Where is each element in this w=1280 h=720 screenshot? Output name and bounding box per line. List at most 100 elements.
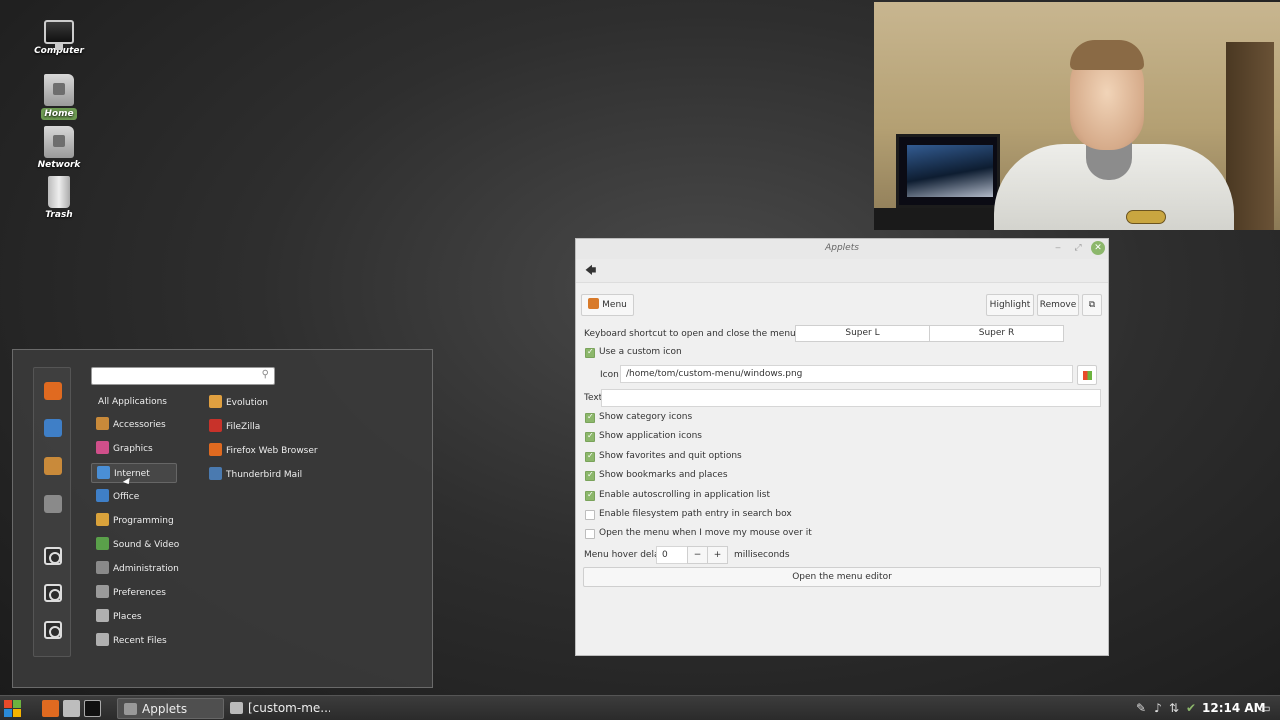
category-preferences[interactable]: Preferences — [91, 583, 177, 603]
administration-icon — [96, 561, 109, 574]
option-checkbox[interactable] — [585, 412, 595, 423]
category-label: Office — [113, 492, 140, 502]
volume-icon[interactable]: ♪ — [1151, 700, 1165, 716]
category-all-applications[interactable]: All Applications — [91, 392, 177, 412]
app-label: Thunderbird Mail — [226, 470, 303, 480]
menu-search-input[interactable]: ⚲ — [91, 367, 275, 385]
minimize-button[interactable]: ‒ — [1051, 241, 1065, 255]
close-button[interactable]: ✕ — [1091, 241, 1105, 255]
menu-applet-icon — [588, 298, 600, 309]
app-label: Evolution — [226, 398, 268, 408]
pen-icon[interactable]: ✎ — [1134, 700, 1148, 716]
menu-applet-popup: ⚲ All Applications Accessories Graphics … — [12, 349, 433, 688]
option-label: Show application icons — [599, 431, 702, 441]
category-label: Programming — [113, 516, 174, 526]
app-thunderbird[interactable]: Thunderbird Mail — [209, 465, 302, 485]
package-icon[interactable] — [44, 457, 62, 475]
option-checkbox[interactable] — [585, 451, 595, 462]
use-custom-icon-label: Use a custom icon — [599, 347, 682, 357]
desktop-icon-label: Home — [41, 108, 77, 120]
terminal-launcher-icon[interactable] — [84, 700, 101, 717]
files-launcher-icon[interactable] — [63, 700, 80, 717]
favorites-column — [33, 367, 71, 657]
category-administration[interactable]: Administration — [91, 559, 179, 579]
category-label: Accessories — [113, 420, 166, 430]
task-label: [custom-me... — [248, 701, 330, 715]
keyboard-shortcut-label: Keyboard shortcut to open and close the … — [584, 329, 796, 339]
icon-chooser-button[interactable] — [1077, 365, 1097, 385]
internet-icon — [97, 466, 110, 479]
category-graphics[interactable]: Graphics — [91, 439, 177, 459]
applet-menu-label: Menu — [602, 300, 627, 310]
category-places[interactable]: Places — [91, 607, 177, 627]
lock-screen-icon[interactable] — [44, 547, 62, 565]
category-label: Preferences — [113, 588, 166, 598]
configure-button[interactable]: ⧉ — [1082, 294, 1102, 316]
window-titlebar[interactable]: Applets ‒ ⤢ ✕ — [576, 239, 1108, 259]
hover-delay-label: Menu hover delay: — [584, 550, 668, 560]
menu-button[interactable] — [4, 700, 21, 717]
option-label: Show category icons — [599, 412, 693, 422]
icon-path-field[interactable]: /home/tom/custom-menu/windows.png — [620, 365, 1073, 383]
applets-window: Applets ‒ ⤢ ✕ 🡄 Menu Highlight Remove ⧉ … — [575, 238, 1109, 656]
hover-delay-increase-button[interactable]: + — [707, 546, 728, 564]
clock[interactable]: 12:14 AM — [1202, 700, 1266, 716]
shortcut-2-button[interactable]: Super R — [929, 325, 1064, 342]
shutdown-icon[interactable] — [44, 621, 62, 639]
shortcut-1-button[interactable]: Super L — [795, 325, 930, 342]
open-menu-editor-button[interactable]: Open the menu editor — [583, 567, 1101, 587]
webcam-person-hair — [1070, 40, 1144, 70]
option-label: Enable filesystem path entry in search b… — [599, 509, 792, 519]
category-programming[interactable]: Programming — [91, 511, 177, 531]
programming-icon — [96, 513, 109, 526]
applet-menu-button[interactable]: Menu — [581, 294, 634, 316]
task-label: Applets — [142, 702, 188, 716]
applets-task-icon — [124, 703, 137, 715]
show-desktop-icon[interactable]: ▭ — [1258, 700, 1272, 716]
network-icon[interactable]: ⇅ — [1167, 700, 1181, 716]
option-checkbox[interactable] — [585, 510, 595, 520]
desktop-icon-computer[interactable]: Computer — [30, 16, 88, 56]
task-custom-menu-folder[interactable]: [custom-me... — [224, 698, 330, 719]
category-accessories[interactable]: Accessories — [91, 415, 177, 435]
settings-panel-icon[interactable] — [44, 495, 62, 513]
configure-icon: ⧉ — [1088, 300, 1096, 310]
app-filezilla[interactable]: FileZilla — [209, 417, 260, 437]
option-label: Show favorites and quit options — [599, 451, 742, 461]
remove-button[interactable]: Remove — [1037, 294, 1079, 316]
desktop-icon-trash[interactable]: Trash — [30, 176, 88, 220]
option-label: Open the menu when I move my mouse over … — [599, 528, 812, 538]
option-checkbox[interactable] — [585, 529, 595, 539]
window-toolbar: 🡄 — [576, 259, 1108, 283]
highlight-button[interactable]: Highlight — [986, 294, 1034, 316]
text-field[interactable] — [601, 389, 1101, 407]
app-evolution[interactable]: Evolution — [209, 393, 268, 413]
category-label: Internet — [114, 469, 150, 479]
accessories-icon — [96, 417, 109, 430]
writer-document-icon[interactable] — [44, 419, 62, 437]
category-office[interactable]: Office — [91, 487, 177, 507]
desktop-icon-home[interactable]: Home — [30, 74, 88, 120]
option-checkbox[interactable] — [585, 431, 595, 442]
computer-icon — [44, 20, 74, 50]
logout-icon[interactable] — [44, 584, 62, 602]
option-checkbox[interactable] — [585, 490, 595, 501]
update-shield-icon[interactable]: ✔ — [1184, 700, 1198, 716]
office-icon — [96, 489, 109, 502]
category-internet[interactable]: Internet — [91, 463, 177, 483]
maximize-button[interactable]: ⤢ — [1071, 241, 1085, 255]
option-checkbox[interactable] — [585, 470, 595, 481]
firefox-icon[interactable] — [44, 382, 62, 400]
firefox-launcher-icon[interactable] — [42, 700, 59, 717]
folder-task-icon — [230, 702, 243, 714]
taskbar: Applets [custom-me... ✎ ♪ ⇅ ✔ 12:14 AM ▭ — [0, 695, 1280, 720]
task-applets[interactable]: Applets — [117, 698, 224, 719]
app-firefox[interactable]: Firefox Web Browser — [209, 441, 318, 461]
hover-delay-input[interactable]: 0 — [656, 546, 688, 564]
use-custom-icon-checkbox[interactable] — [585, 347, 595, 358]
desktop-icon-network[interactable]: Network — [30, 126, 88, 170]
hover-delay-decrease-button[interactable]: − — [687, 546, 708, 564]
back-arrow-icon[interactable]: 🡄 — [585, 264, 599, 278]
category-sound-video[interactable]: Sound & Video — [91, 535, 179, 555]
category-recent-files[interactable]: Recent Files — [91, 631, 177, 651]
